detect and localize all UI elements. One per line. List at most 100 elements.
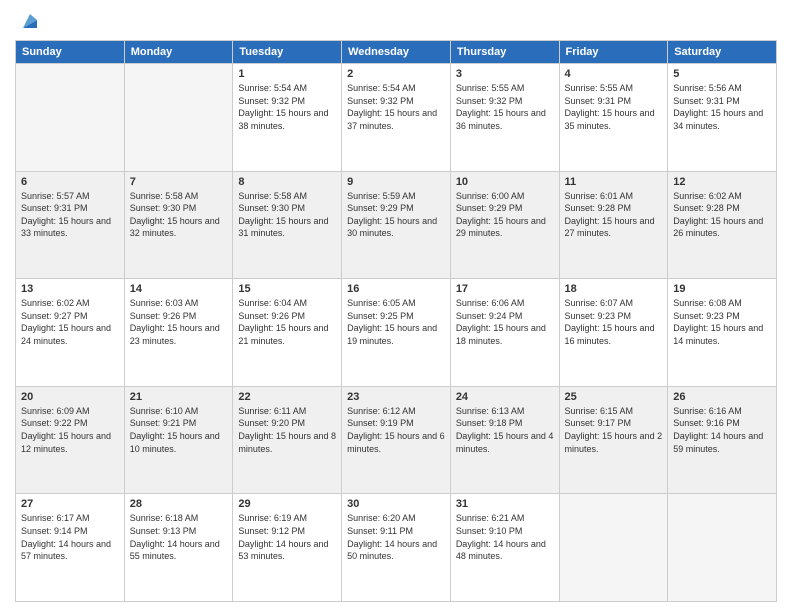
calendar-cell: 25 Sunrise: 6:15 AM Sunset: 9:17 PM Dayli…	[559, 386, 668, 494]
day-number: 15	[238, 283, 336, 295]
day-number: 16	[347, 283, 445, 295]
day-info: Sunrise: 6:15 AM Sunset: 9:17 PM Dayligh…	[565, 405, 663, 455]
header	[15, 10, 777, 32]
calendar-cell: 6 Sunrise: 5:57 AM Sunset: 9:31 PM Daylig…	[16, 171, 125, 279]
calendar-cell: 29 Sunrise: 6:19 AM Sunset: 9:12 PM Dayli…	[233, 494, 342, 602]
day-number: 23	[347, 391, 445, 403]
day-info: Sunrise: 6:03 AM Sunset: 9:26 PM Dayligh…	[130, 297, 228, 347]
calendar-cell: 5 Sunrise: 5:56 AM Sunset: 9:31 PM Daylig…	[668, 64, 777, 172]
calendar-cell: 20 Sunrise: 6:09 AM Sunset: 9:22 PM Dayli…	[16, 386, 125, 494]
calendar-cell	[16, 64, 125, 172]
calendar-cell: 27 Sunrise: 6:17 AM Sunset: 9:14 PM Dayli…	[16, 494, 125, 602]
calendar-cell: 9 Sunrise: 5:59 AM Sunset: 9:29 PM Daylig…	[342, 171, 451, 279]
logo-icon	[19, 10, 41, 32]
day-info: Sunrise: 6:10 AM Sunset: 9:21 PM Dayligh…	[130, 405, 228, 455]
day-header-sunday: Sunday	[16, 41, 125, 64]
calendar-cell	[559, 494, 668, 602]
logo	[15, 10, 41, 32]
day-number: 29	[238, 498, 336, 510]
day-number: 30	[347, 498, 445, 510]
calendar-cell: 4 Sunrise: 5:55 AM Sunset: 9:31 PM Daylig…	[559, 64, 668, 172]
day-info: Sunrise: 6:05 AM Sunset: 9:25 PM Dayligh…	[347, 297, 445, 347]
calendar-cell: 15 Sunrise: 6:04 AM Sunset: 9:26 PM Dayli…	[233, 279, 342, 387]
day-header-tuesday: Tuesday	[233, 41, 342, 64]
day-info: Sunrise: 5:55 AM Sunset: 9:31 PM Dayligh…	[565, 82, 663, 132]
day-info: Sunrise: 6:04 AM Sunset: 9:26 PM Dayligh…	[238, 297, 336, 347]
day-number: 3	[456, 68, 554, 80]
calendar-cell: 11 Sunrise: 6:01 AM Sunset: 9:28 PM Dayli…	[559, 171, 668, 279]
day-number: 27	[21, 498, 119, 510]
day-header-saturday: Saturday	[668, 41, 777, 64]
calendar-cell: 3 Sunrise: 5:55 AM Sunset: 9:32 PM Daylig…	[450, 64, 559, 172]
calendar-cell: 24 Sunrise: 6:13 AM Sunset: 9:18 PM Dayli…	[450, 386, 559, 494]
calendar-cell: 30Sunrise: 6:20 AM Sunset: 9:11 PM Dayli…	[342, 494, 451, 602]
day-number: 13	[21, 283, 119, 295]
day-number: 1	[238, 68, 336, 80]
day-number: 12	[673, 176, 771, 188]
calendar-cell: 23 Sunrise: 6:12 AM Sunset: 9:19 PM Dayli…	[342, 386, 451, 494]
day-info: Sunrise: 5:54 AM Sunset: 9:32 PM Dayligh…	[238, 82, 336, 132]
day-number: 31	[456, 498, 554, 510]
calendar-week-4: 20 Sunrise: 6:09 AM Sunset: 9:22 PM Dayli…	[16, 386, 777, 494]
day-info: Sunrise: 5:55 AM Sunset: 9:32 PM Dayligh…	[456, 82, 554, 132]
calendar-table: SundayMondayTuesdayWednesdayThursdayFrid…	[15, 40, 777, 602]
calendar-cell: 1 Sunrise: 5:54 AM Sunset: 9:32 PM Daylig…	[233, 64, 342, 172]
day-info: Sunrise: 6:07 AM Sunset: 9:23 PM Dayligh…	[565, 297, 663, 347]
day-number: 25	[565, 391, 663, 403]
day-number: 9	[347, 176, 445, 188]
calendar-cell: 2 Sunrise: 5:54 AM Sunset: 9:32 PM Daylig…	[342, 64, 451, 172]
calendar-cell: 16 Sunrise: 6:05 AM Sunset: 9:25 PM Dayli…	[342, 279, 451, 387]
day-number: 19	[673, 283, 771, 295]
calendar-cell: 18 Sunrise: 6:07 AM Sunset: 9:23 PM Dayli…	[559, 279, 668, 387]
calendar-cell: 8Sunrise: 5:58 AM Sunset: 9:30 PM Daylig…	[233, 171, 342, 279]
day-number: 6	[21, 176, 119, 188]
day-info: Sunrise: 5:56 AM Sunset: 9:31 PM Dayligh…	[673, 82, 771, 132]
day-number: 24	[456, 391, 554, 403]
calendar-cell: 31 Sunrise: 6:21 AM Sunset: 9:10 PM Dayli…	[450, 494, 559, 602]
day-number: 2	[347, 68, 445, 80]
day-info: Sunrise: 6:01 AM Sunset: 9:28 PM Dayligh…	[565, 190, 663, 240]
day-info: Sunrise: 6:00 AM Sunset: 9:29 PM Dayligh…	[456, 190, 554, 240]
calendar-week-1: 1 Sunrise: 5:54 AM Sunset: 9:32 PM Daylig…	[16, 64, 777, 172]
calendar-header-row: SundayMondayTuesdayWednesdayThursdayFrid…	[16, 41, 777, 64]
day-info: Sunrise: 5:57 AM Sunset: 9:31 PM Dayligh…	[21, 190, 119, 240]
day-number: 22	[238, 391, 336, 403]
calendar-cell: 13 Sunrise: 6:02 AM Sunset: 9:27 PM Dayli…	[16, 279, 125, 387]
day-info: Sunrise: 6:21 AM Sunset: 9:10 PM Dayligh…	[456, 512, 554, 562]
calendar-cell: 21 Sunrise: 6:10 AM Sunset: 9:21 PM Dayli…	[124, 386, 233, 494]
day-header-wednesday: Wednesday	[342, 41, 451, 64]
calendar-cell: 28Sunrise: 6:18 AM Sunset: 9:13 PM Dayli…	[124, 494, 233, 602]
day-number: 20	[21, 391, 119, 403]
calendar-cell: 12 Sunrise: 6:02 AM Sunset: 9:28 PM Dayli…	[668, 171, 777, 279]
calendar-cell: 26Sunrise: 6:16 AM Sunset: 9:16 PM Dayli…	[668, 386, 777, 494]
calendar-cell: 10 Sunrise: 6:00 AM Sunset: 9:29 PM Dayli…	[450, 171, 559, 279]
day-info: Sunrise: 6:02 AM Sunset: 9:27 PM Dayligh…	[21, 297, 119, 347]
day-number: 26	[673, 391, 771, 403]
day-info: Sunrise: 5:58 AM Sunset: 9:30 PM Dayligh…	[130, 190, 228, 240]
day-info: Sunrise: 6:11 AM Sunset: 9:20 PM Dayligh…	[238, 405, 336, 455]
day-info: Sunrise: 5:59 AM Sunset: 9:29 PM Dayligh…	[347, 190, 445, 240]
day-number: 11	[565, 176, 663, 188]
day-number: 14	[130, 283, 228, 295]
day-number: 5	[673, 68, 771, 80]
day-info: Sunrise: 6:19 AM Sunset: 9:12 PM Dayligh…	[238, 512, 336, 562]
day-info: Sunrise: 6:12 AM Sunset: 9:19 PM Dayligh…	[347, 405, 445, 455]
calendar-cell: 7Sunrise: 5:58 AM Sunset: 9:30 PM Daylig…	[124, 171, 233, 279]
day-info: Sunrise: 6:06 AM Sunset: 9:24 PM Dayligh…	[456, 297, 554, 347]
day-info: Sunrise: 5:54 AM Sunset: 9:32 PM Dayligh…	[347, 82, 445, 132]
day-number: 10	[456, 176, 554, 188]
day-info: Sunrise: 6:09 AM Sunset: 9:22 PM Dayligh…	[21, 405, 119, 455]
day-number: 18	[565, 283, 663, 295]
day-info: Sunrise: 6:02 AM Sunset: 9:28 PM Dayligh…	[673, 190, 771, 240]
day-info: Sunrise: 6:13 AM Sunset: 9:18 PM Dayligh…	[456, 405, 554, 455]
page: SundayMondayTuesdayWednesdayThursdayFrid…	[0, 0, 792, 612]
day-number: 4	[565, 68, 663, 80]
calendar-cell: 19Sunrise: 6:08 AM Sunset: 9:23 PM Dayli…	[668, 279, 777, 387]
day-number: 21	[130, 391, 228, 403]
day-header-thursday: Thursday	[450, 41, 559, 64]
day-number: 17	[456, 283, 554, 295]
day-info: Sunrise: 6:17 AM Sunset: 9:14 PM Dayligh…	[21, 512, 119, 562]
calendar-cell	[124, 64, 233, 172]
day-info: Sunrise: 5:58 AM Sunset: 9:30 PM Dayligh…	[238, 190, 336, 240]
day-header-friday: Friday	[559, 41, 668, 64]
